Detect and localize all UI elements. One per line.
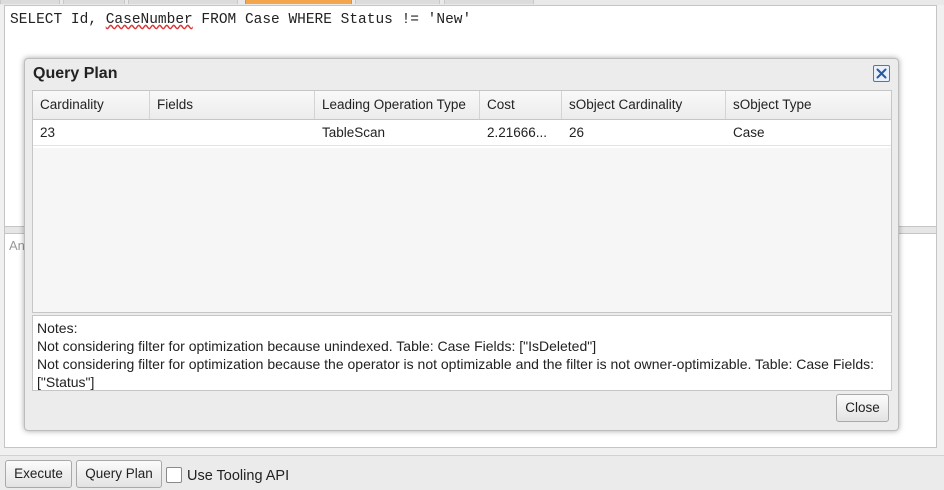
query-plan-button[interactable]: Query Plan	[76, 460, 162, 488]
query-text-part: SELECT Id,	[10, 12, 106, 28]
bottom-toolbar: Execute Query Plan Use Tooling API	[0, 455, 944, 490]
column-header[interactable]: sObject Cardinality	[562, 91, 726, 119]
tab[interactable]	[444, 0, 534, 4]
cell-sobject-cardinality: 26	[569, 125, 585, 140]
use-tooling-api-label: Use Tooling API	[187, 468, 290, 484]
query-text-part: FROM Case WHERE Status != 'New'	[192, 12, 472, 28]
notes-panel: Notes: Not considering filter for optimi…	[32, 315, 892, 391]
cell-sobject-type: Case	[733, 125, 765, 140]
tab[interactable]	[63, 0, 125, 4]
cell-cost: 2.21666...	[487, 125, 548, 140]
dialog-close-icon[interactable]	[873, 65, 890, 82]
execute-button[interactable]: Execute	[5, 460, 72, 488]
tab[interactable]	[0, 0, 60, 4]
dialog-footer: Close	[25, 391, 898, 430]
use-tooling-api-checkbox[interactable]	[166, 467, 182, 483]
note-line: Not considering filter for optimization …	[37, 356, 875, 390]
cell-leading-operation-type: TableScan	[322, 125, 386, 140]
grid-empty-area	[33, 148, 891, 312]
cell-cardinality: 23	[40, 125, 56, 140]
column-header[interactable]: Leading Operation Type	[315, 91, 480, 119]
grid-header: Cardinality Fields Leading Operation Typ…	[33, 91, 891, 120]
dialog-title: Query Plan	[33, 65, 118, 82]
query-plan-grid: Cardinality Fields Leading Operation Typ…	[32, 90, 892, 313]
query-plan-dialog: Query Plan Cardinality Fields Leading Op…	[24, 58, 899, 431]
soql-query-window: SELECT Id, CaseNumber FROM Case WHERE St…	[0, 0, 944, 490]
close-x-icon	[876, 68, 887, 79]
table-row[interactable]: 23 TableScan 2.21666... 26 Case	[33, 120, 891, 146]
results-placeholder: An	[9, 238, 25, 253]
column-header[interactable]: Cost	[480, 91, 562, 119]
tab[interactable]	[355, 0, 440, 4]
tab[interactable]	[128, 0, 238, 4]
notes-heading: Notes:	[37, 320, 78, 336]
column-header[interactable]: Cardinality	[33, 91, 150, 119]
query-text-misspelled: CaseNumber	[105, 12, 193, 28]
column-header[interactable]: Fields	[150, 91, 315, 119]
column-header[interactable]: sObject Type	[726, 91, 891, 119]
cell-fields	[150, 120, 315, 145]
note-line: Not considering filter for optimization …	[37, 338, 597, 354]
close-button[interactable]: Close	[836, 394, 889, 422]
tab-active[interactable]	[245, 0, 352, 4]
